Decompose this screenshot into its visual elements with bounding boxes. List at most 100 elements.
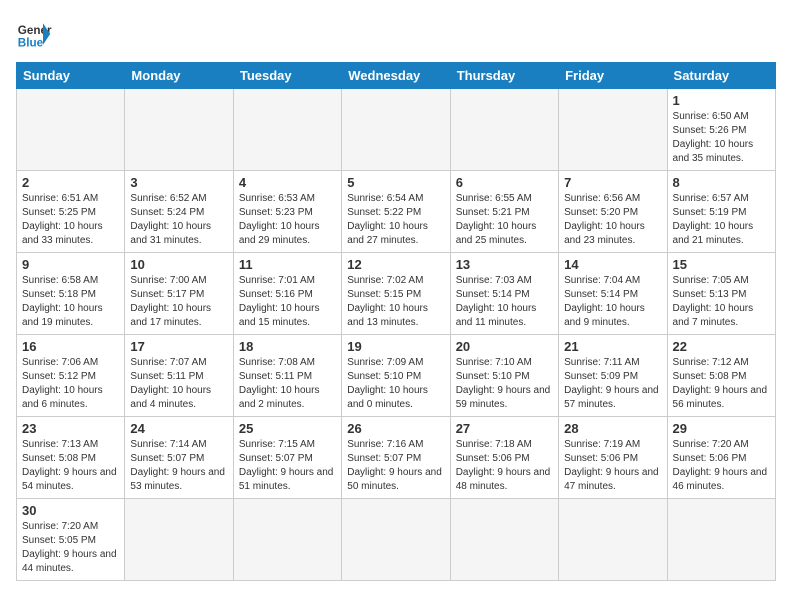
calendar-cell: 17Sunrise: 7:07 AMSunset: 5:11 PMDayligh… xyxy=(125,335,233,417)
header-monday: Monday xyxy=(125,63,233,89)
day-number: 8 xyxy=(673,175,770,190)
logo: General Blue xyxy=(16,16,52,52)
calendar-cell: 6 Sunrise: 6:55 AMSunset: 5:21 PMDaylight… xyxy=(450,171,558,253)
calendar-cell: 30Sunrise: 7:20 AMSunset: 5:05 PMDayligh… xyxy=(17,499,125,581)
cell-info: Sunrise: 6:54 AMSunset: 5:22 PMDaylight:… xyxy=(347,192,444,248)
calendar-cell: 12Sunrise: 7:02 AMSunset: 5:15 PMDayligh… xyxy=(342,253,450,335)
cell-info: Sunrise: 7:12 AMSunset: 5:08 PMDaylight:… xyxy=(673,356,770,412)
calendar-cell: 2Sunrise: 6:51 AMSunset: 5:25 PMDaylight… xyxy=(17,171,125,253)
calendar-cell: 13 Sunrise: 7:03 AMSunset: 5:14 PMDayligh… xyxy=(450,253,558,335)
calendar-cell: 28 Sunrise: 7:19 AMSunset: 5:06 PMDayligh… xyxy=(559,417,667,499)
day-number: 11 xyxy=(239,257,336,272)
calendar-week-row: 30Sunrise: 7:20 AMSunset: 5:05 PMDayligh… xyxy=(17,499,776,581)
day-number: 4 xyxy=(239,175,336,190)
calendar-week-row: 2Sunrise: 6:51 AMSunset: 5:25 PMDaylight… xyxy=(17,171,776,253)
calendar-cell: 19Sunrise: 7:09 AMSunset: 5:10 PMDayligh… xyxy=(342,335,450,417)
cell-info: Sunrise: 6:57 AMSunset: 5:19 PMDaylight:… xyxy=(673,192,770,248)
cell-info: Sunrise: 7:13 AMSunset: 5:08 PMDaylight:… xyxy=(22,438,119,494)
day-number: 10 xyxy=(130,257,227,272)
calendar-cell xyxy=(17,89,125,171)
day-number: 26 xyxy=(347,421,444,436)
calendar-cell xyxy=(559,499,667,581)
calendar-cell: 5 Sunrise: 6:54 AMSunset: 5:22 PMDaylight… xyxy=(342,171,450,253)
calendar-cell: 1 Sunrise: 6:50 AMSunset: 5:26 PMDaylight… xyxy=(667,89,775,171)
cell-info: Sunrise: 6:50 AMSunset: 5:26 PMDaylight:… xyxy=(673,110,770,166)
calendar-cell: 3 Sunrise: 6:52 AMSunset: 5:24 PMDaylight… xyxy=(125,171,233,253)
calendar-cell: 26Sunrise: 7:16 AMSunset: 5:07 PMDayligh… xyxy=(342,417,450,499)
cell-info: Sunrise: 7:05 AMSunset: 5:13 PMDaylight:… xyxy=(673,274,770,330)
svg-text:Blue: Blue xyxy=(18,37,44,50)
calendar-cell: 15 Sunrise: 7:05 AMSunset: 5:13 PMDayligh… xyxy=(667,253,775,335)
cell-info: Sunrise: 7:04 AMSunset: 5:14 PMDaylight:… xyxy=(564,274,661,330)
day-number: 6 xyxy=(456,175,553,190)
day-number: 5 xyxy=(347,175,444,190)
calendar-cell xyxy=(342,499,450,581)
calendar-cell xyxy=(667,499,775,581)
header-tuesday: Tuesday xyxy=(233,63,341,89)
day-number: 3 xyxy=(130,175,227,190)
calendar-cell xyxy=(125,89,233,171)
day-number: 27 xyxy=(456,421,553,436)
calendar-cell: 16Sunrise: 7:06 AMSunset: 5:12 PMDayligh… xyxy=(17,335,125,417)
calendar-cell: 14 Sunrise: 7:04 AMSunset: 5:14 PMDayligh… xyxy=(559,253,667,335)
cell-info: Sunrise: 7:19 AMSunset: 5:06 PMDaylight:… xyxy=(564,438,661,494)
cell-info: Sunrise: 7:07 AMSunset: 5:11 PMDaylight:… xyxy=(130,356,227,412)
calendar-cell: 21Sunrise: 7:11 AMSunset: 5:09 PMDayligh… xyxy=(559,335,667,417)
page-header: General Blue xyxy=(16,16,776,52)
cell-info: Sunrise: 7:01 AMSunset: 5:16 PMDaylight:… xyxy=(239,274,336,330)
calendar-cell xyxy=(450,499,558,581)
cell-info: Sunrise: 6:56 AMSunset: 5:20 PMDaylight:… xyxy=(564,192,661,248)
calendar-cell: 8 Sunrise: 6:57 AMSunset: 5:19 PMDaylight… xyxy=(667,171,775,253)
header-wednesday: Wednesday xyxy=(342,63,450,89)
cell-info: Sunrise: 7:20 AMSunset: 5:06 PMDaylight:… xyxy=(673,438,770,494)
calendar-cell: 10 Sunrise: 7:00 AMSunset: 5:17 PMDayligh… xyxy=(125,253,233,335)
calendar-week-row: 16Sunrise: 7:06 AMSunset: 5:12 PMDayligh… xyxy=(17,335,776,417)
cell-info: Sunrise: 7:09 AMSunset: 5:10 PMDaylight:… xyxy=(347,356,444,412)
calendar-cell: 4 Sunrise: 6:53 AMSunset: 5:23 PMDaylight… xyxy=(233,171,341,253)
calendar-cell: 29 Sunrise: 7:20 AMSunset: 5:06 PMDayligh… xyxy=(667,417,775,499)
day-number: 7 xyxy=(564,175,661,190)
day-number: 15 xyxy=(673,257,770,272)
day-number: 18 xyxy=(239,339,336,354)
cell-info: Sunrise: 6:52 AMSunset: 5:24 PMDaylight:… xyxy=(130,192,227,248)
calendar-cell: 23Sunrise: 7:13 AMSunset: 5:08 PMDayligh… xyxy=(17,417,125,499)
cell-info: Sunrise: 6:51 AMSunset: 5:25 PMDaylight:… xyxy=(22,192,119,248)
cell-info: Sunrise: 7:15 AMSunset: 5:07 PMDaylight:… xyxy=(239,438,336,494)
day-number: 16 xyxy=(22,339,119,354)
day-number: 29 xyxy=(673,421,770,436)
calendar-cell: 18 Sunrise: 7:08 AMSunset: 5:11 PMDayligh… xyxy=(233,335,341,417)
calendar-header-row: SundayMondayTuesdayWednesdayThursdayFrid… xyxy=(17,63,776,89)
cell-info: Sunrise: 7:18 AMSunset: 5:06 PMDaylight:… xyxy=(456,438,553,494)
day-number: 25 xyxy=(239,421,336,436)
cell-info: Sunrise: 7:03 AMSunset: 5:14 PMDaylight:… xyxy=(456,274,553,330)
day-number: 1 xyxy=(673,93,770,108)
calendar-week-row: 23Sunrise: 7:13 AMSunset: 5:08 PMDayligh… xyxy=(17,417,776,499)
calendar-cell: 24Sunrise: 7:14 AMSunset: 5:07 PMDayligh… xyxy=(125,417,233,499)
calendar-cell xyxy=(342,89,450,171)
logo-icon: General Blue xyxy=(16,16,52,52)
cell-info: Sunrise: 7:08 AMSunset: 5:11 PMDaylight:… xyxy=(239,356,336,412)
day-number: 14 xyxy=(564,257,661,272)
day-number: 12 xyxy=(347,257,444,272)
day-number: 20 xyxy=(456,339,553,354)
calendar-cell xyxy=(125,499,233,581)
calendar-cell xyxy=(450,89,558,171)
calendar-week-row: 1 Sunrise: 6:50 AMSunset: 5:26 PMDaylight… xyxy=(17,89,776,171)
cell-info: Sunrise: 7:11 AMSunset: 5:09 PMDaylight:… xyxy=(564,356,661,412)
calendar-cell: 9Sunrise: 6:58 AMSunset: 5:18 PMDaylight… xyxy=(17,253,125,335)
cell-info: Sunrise: 7:00 AMSunset: 5:17 PMDaylight:… xyxy=(130,274,227,330)
calendar-cell xyxy=(233,499,341,581)
calendar-cell: 27 Sunrise: 7:18 AMSunset: 5:06 PMDayligh… xyxy=(450,417,558,499)
calendar-cell xyxy=(559,89,667,171)
day-number: 28 xyxy=(564,421,661,436)
header-sunday: Sunday xyxy=(17,63,125,89)
header-saturday: Saturday xyxy=(667,63,775,89)
cell-info: Sunrise: 6:53 AMSunset: 5:23 PMDaylight:… xyxy=(239,192,336,248)
calendar-cell: 11 Sunrise: 7:01 AMSunset: 5:16 PMDayligh… xyxy=(233,253,341,335)
header-thursday: Thursday xyxy=(450,63,558,89)
cell-info: Sunrise: 6:55 AMSunset: 5:21 PMDaylight:… xyxy=(456,192,553,248)
day-number: 13 xyxy=(456,257,553,272)
day-number: 9 xyxy=(22,257,119,272)
header-friday: Friday xyxy=(559,63,667,89)
calendar-table: SundayMondayTuesdayWednesdayThursdayFrid… xyxy=(16,62,776,581)
